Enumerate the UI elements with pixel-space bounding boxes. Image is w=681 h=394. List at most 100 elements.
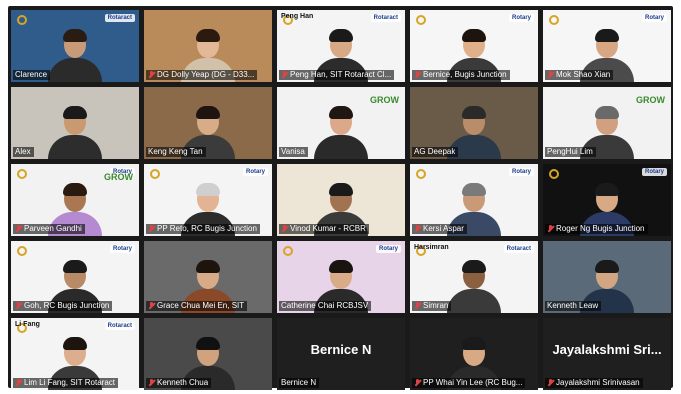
rotary-wheel-icon bbox=[283, 246, 293, 256]
person-hair bbox=[196, 106, 220, 119]
participant-tile[interactable]: Rotary PP Reto, RC Bugis Junction bbox=[144, 164, 272, 236]
participant-tile[interactable]: AG Deepak bbox=[410, 87, 538, 159]
participant-tile[interactable]: Vinod Kumar - RCBR bbox=[277, 164, 405, 236]
muted-mic-icon bbox=[547, 71, 554, 79]
participant-tile[interactable]: Rotary Catherine Chai RCBJSV bbox=[277, 241, 405, 313]
participant-tile[interactable]: Rotary Goh, RC Bugis Junction bbox=[11, 241, 139, 313]
person-hair bbox=[63, 106, 87, 119]
participant-tile[interactable]: Rotaract Clarence bbox=[11, 10, 139, 82]
participant-name-label: Parveen Gandhi bbox=[13, 224, 85, 234]
participant-name-label: Jayalakshmi Srinivasan bbox=[545, 378, 643, 388]
muted-mic-icon bbox=[15, 225, 22, 233]
participant-tile[interactable]: Rotary Mok Shao Xian bbox=[543, 10, 671, 82]
participant-name-label: PP Reto, RC Bugis Junction bbox=[146, 224, 260, 234]
participant-name: Bernice N bbox=[281, 378, 317, 387]
participant-name: Mok Shao Xian bbox=[556, 70, 611, 79]
muted-mic-icon bbox=[148, 71, 155, 79]
person-hair bbox=[462, 337, 486, 350]
grow-logo: GROW bbox=[370, 95, 399, 105]
virtual-background-name: Li Fang bbox=[15, 321, 40, 328]
rotary-wheel-icon bbox=[17, 246, 27, 256]
club-logo: Rotaract bbox=[104, 14, 135, 22]
participant-name: Roger Ng Bugis Junction bbox=[556, 224, 645, 233]
person-hair bbox=[462, 183, 486, 196]
person-body bbox=[314, 135, 368, 159]
rotary-wheel-icon bbox=[416, 169, 426, 179]
participant-tile[interactable]: Rotaract Peng Han Peng Han, SIT Rotaract C… bbox=[277, 10, 405, 82]
participant-tile[interactable]: PP Whai Yin Lee (RC Bug... bbox=[410, 318, 538, 390]
person-body bbox=[48, 58, 102, 82]
participant-name: PP Reto, RC Bugis Junction bbox=[157, 224, 257, 233]
person-hair bbox=[329, 260, 353, 273]
rotary-wheel-icon bbox=[17, 169, 27, 179]
participant-name: PP Whai Yin Lee (RC Bug... bbox=[423, 378, 523, 387]
participant-tile[interactable]: GROW Vanisa bbox=[277, 87, 405, 159]
participant-name-label: Kersi Aspar bbox=[412, 224, 467, 234]
club-logo: Rotary bbox=[508, 168, 534, 176]
participant-tile[interactable]: Rotary GROW Parveen Gandhi bbox=[11, 164, 139, 236]
video-gallery: Rotaract Clarence DG Dolly Yeap (DG - D33.… bbox=[8, 6, 673, 390]
participant-tile[interactable]: Rotary Roger Ng Bugis Junction bbox=[543, 164, 671, 236]
participant-name-label: Alex bbox=[13, 147, 34, 157]
muted-mic-icon bbox=[414, 225, 421, 233]
participant-name-label: Clarence bbox=[13, 70, 51, 80]
virtual-background-name: Peng Han bbox=[281, 13, 314, 20]
participant-name-label: Vanisa bbox=[279, 147, 308, 157]
muted-mic-icon bbox=[414, 302, 421, 310]
participant-name-label: Roger Ng Bugis Junction bbox=[545, 224, 648, 234]
person-hair bbox=[329, 29, 353, 42]
person-hair bbox=[63, 260, 87, 273]
participant-name: Peng Han, SIT Rotaract Cl... bbox=[290, 70, 392, 79]
camera-off-name: Bernice N bbox=[310, 342, 372, 357]
person-body bbox=[48, 135, 102, 159]
person-hair bbox=[595, 106, 619, 119]
participant-tile[interactable]: Bernice N Bernice N bbox=[277, 318, 405, 390]
participant-tile[interactable]: DG Dolly Yeap (DG - D33... bbox=[144, 10, 272, 82]
participant-tile[interactable]: Grace Chua Mei En, SIT bbox=[144, 241, 272, 313]
muted-mic-icon bbox=[414, 379, 421, 387]
participant-tile[interactable]: Kenneth Chua bbox=[144, 318, 272, 390]
person-hair bbox=[462, 260, 486, 273]
participant-name: Jayalakshmi Srinivasan bbox=[556, 378, 640, 387]
rotary-wheel-icon bbox=[416, 15, 426, 25]
participant-name-label: Mok Shao Xian bbox=[545, 70, 614, 80]
participant-tile[interactable]: Rotaract Li Fang Lim Li Fang, SIT Rotaract bbox=[11, 318, 139, 390]
participant-name: Vanisa bbox=[281, 147, 305, 156]
participant-tile[interactable]: Jayalakshmi Sri... Jayalakshmi Srinivasan bbox=[543, 318, 671, 390]
person-hair bbox=[63, 183, 87, 196]
muted-mic-icon bbox=[547, 225, 554, 233]
person-hair bbox=[329, 106, 353, 119]
rotary-wheel-icon bbox=[17, 15, 27, 25]
participant-tile[interactable]: Keng Keng Tan bbox=[144, 87, 272, 159]
participant-name-label: AG Deepak bbox=[412, 147, 459, 157]
virtual-background-name: Harsimran bbox=[414, 244, 449, 251]
grow-logo: GROW bbox=[636, 95, 665, 105]
participant-name-label: Vinod Kumar - RCBR bbox=[279, 224, 369, 234]
club-logo: Rotary bbox=[641, 14, 667, 22]
rotary-wheel-icon bbox=[549, 169, 559, 179]
person-hair bbox=[595, 183, 619, 196]
participant-name: Kersi Aspar bbox=[423, 224, 464, 233]
participant-name: Kenneth Leaw bbox=[547, 301, 599, 310]
club-logo: Rotary bbox=[109, 245, 135, 253]
club-logo: Rotaract bbox=[503, 245, 534, 253]
participant-name: Vinod Kumar - RCBR bbox=[290, 224, 366, 233]
person-hair bbox=[196, 337, 220, 350]
participant-tile[interactable]: Rotary Bernice, Bugis Junction bbox=[410, 10, 538, 82]
muted-mic-icon bbox=[547, 379, 554, 387]
participant-tile[interactable]: GROW PengHui Lim bbox=[543, 87, 671, 159]
person-hair bbox=[595, 260, 619, 273]
muted-mic-icon bbox=[15, 302, 22, 310]
participant-tile[interactable]: Alex bbox=[11, 87, 139, 159]
participant-tile[interactable]: Rotaract Harsimran Simran bbox=[410, 241, 538, 313]
rotary-wheel-icon bbox=[549, 15, 559, 25]
participant-name: Parveen Gandhi bbox=[24, 224, 82, 233]
participant-name-label: Goh, RC Bugis Junction bbox=[13, 301, 113, 311]
participant-tile[interactable]: Rotary Kersi Aspar bbox=[410, 164, 538, 236]
participant-video bbox=[446, 257, 502, 313]
participant-video bbox=[47, 26, 103, 82]
participant-name-label: Bernice N bbox=[279, 378, 320, 388]
participant-tile[interactable]: Kenneth Leaw bbox=[543, 241, 671, 313]
camera-off-name: Jayalakshmi Sri... bbox=[552, 342, 662, 357]
participant-name-label: PP Whai Yin Lee (RC Bug... bbox=[412, 378, 526, 388]
